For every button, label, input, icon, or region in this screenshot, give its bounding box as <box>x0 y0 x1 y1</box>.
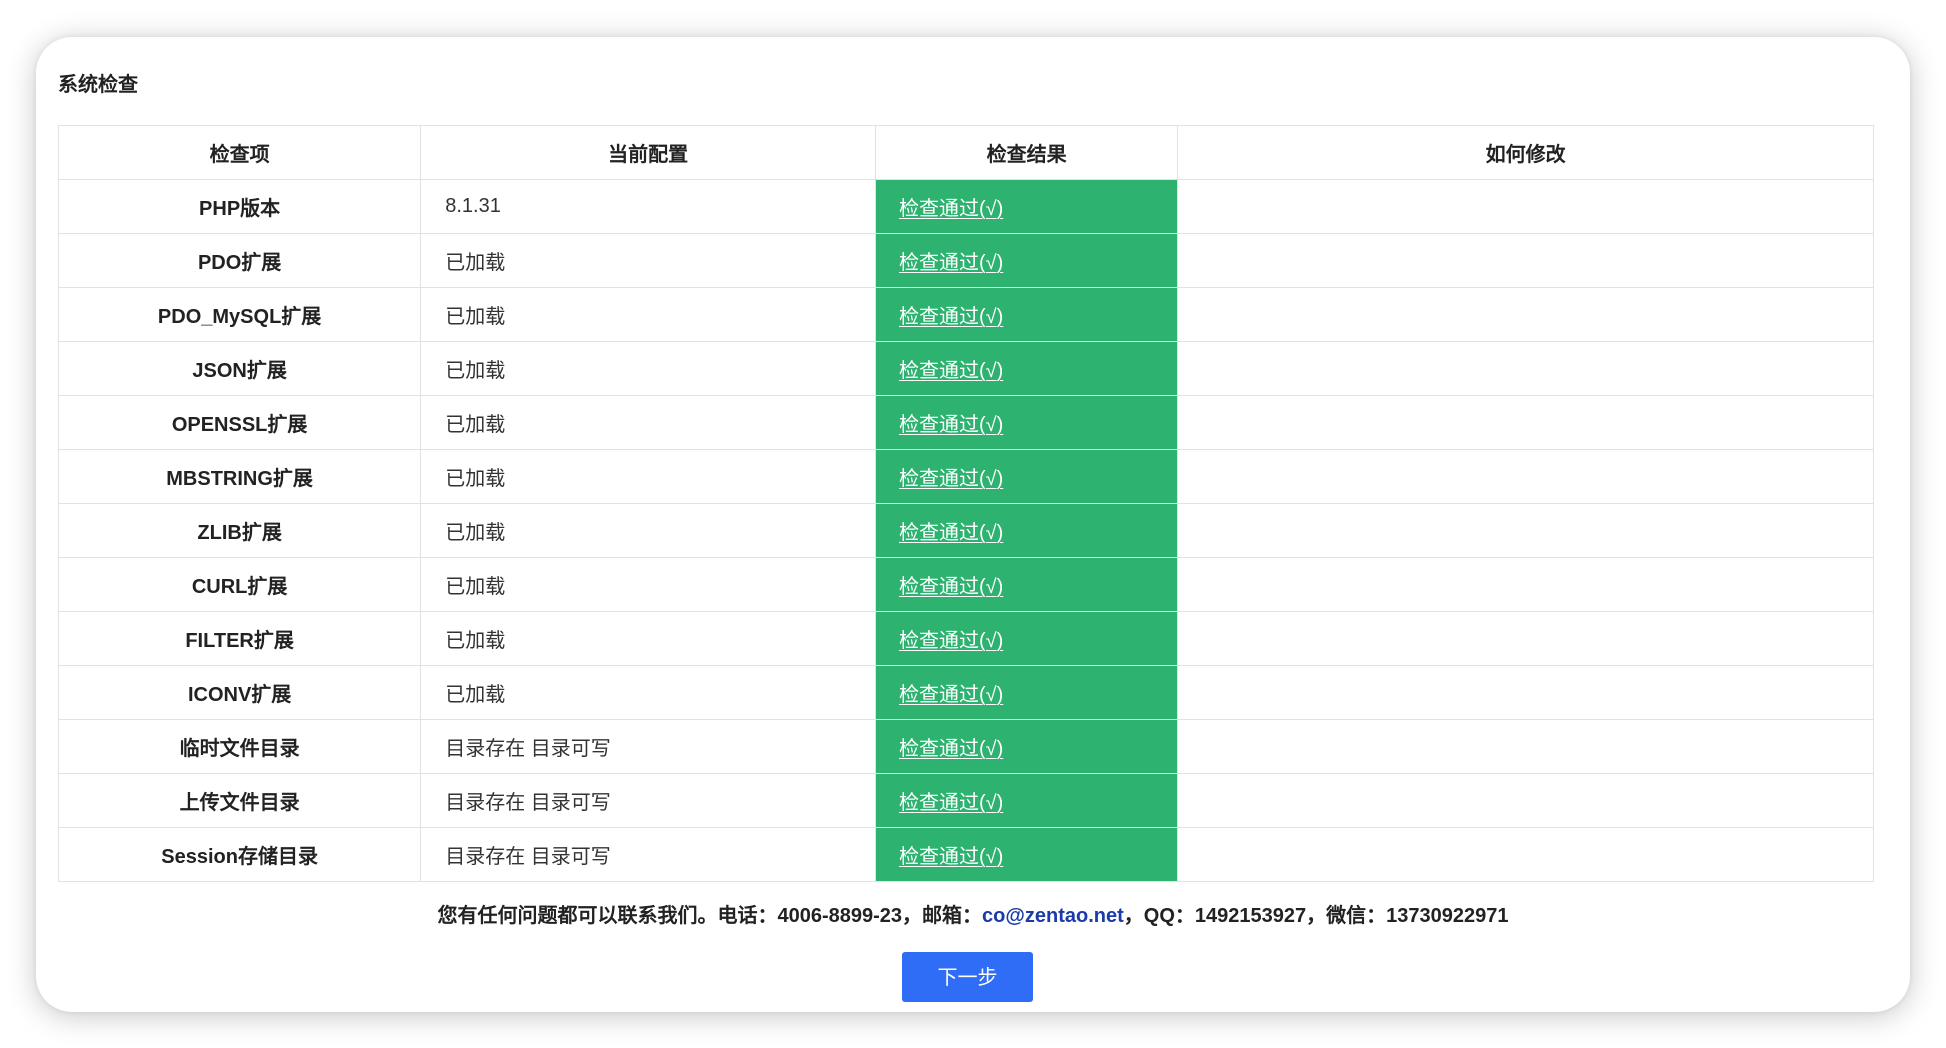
how-to-fix <box>1177 395 1874 450</box>
table-row: 上传文件目录 目录存在 目录可写 检查通过(√) <box>57 773 1874 828</box>
how-to-fix <box>1177 773 1874 828</box>
contact-info: 您有任何问题都可以联系我们。电话：4006-8899-23，邮箱：co@zent… <box>36 899 1910 928</box>
check-item: JSON扩展 <box>57 341 422 396</box>
header-check-result: 检查结果 <box>874 125 1179 180</box>
table-row: MBSTRING扩展 已加载 检查通过(√) <box>57 449 1874 504</box>
table-header-row: 检查项 当前配置 检查结果 如何修改 <box>57 125 1874 180</box>
check-result-pass: 检查通过(√) <box>874 395 1179 450</box>
table-row: JSON扩展 已加载 检查通过(√) <box>57 341 1874 396</box>
table-row: 临时文件目录 目录存在 目录可写 检查通过(√) <box>57 719 1874 774</box>
table-row: ICONV扩展 已加载 检查通过(√) <box>57 665 1874 720</box>
how-to-fix <box>1177 341 1874 396</box>
header-current-config: 当前配置 <box>420 125 876 180</box>
current-config: 目录存在 目录可写 <box>420 719 876 774</box>
check-result-pass: 检查通过(√) <box>874 287 1179 342</box>
check-result-pass: 检查通过(√) <box>874 827 1179 882</box>
check-result-pass: 检查通过(√) <box>874 341 1179 396</box>
current-config: 目录存在 目录可写 <box>420 773 876 828</box>
current-config: 已加载 <box>420 341 876 396</box>
current-config: 已加载 <box>420 233 876 288</box>
contact-email: co@zentao.net <box>982 905 1124 927</box>
check-result-pass: 检查通过(√) <box>874 233 1179 288</box>
table-row: Session存储目录 目录存在 目录可写 检查通过(√) <box>57 827 1874 882</box>
next-step-button[interactable]: 下一步 <box>902 952 1033 1002</box>
how-to-fix <box>1177 557 1874 612</box>
current-config: 已加载 <box>420 611 876 666</box>
check-item: 上传文件目录 <box>57 773 422 828</box>
how-to-fix <box>1177 719 1874 774</box>
how-to-fix <box>1177 503 1874 558</box>
system-check-panel: 系统检查 检查项 当前配置 检查结果 如何修改 PHP版本 8.1.31 检查通… <box>36 37 1910 1012</box>
check-item: PHP版本 <box>57 179 422 234</box>
check-item: ZLIB扩展 <box>57 503 422 558</box>
how-to-fix <box>1177 827 1874 882</box>
check-result-pass: 检查通过(√) <box>874 449 1179 504</box>
check-result-pass: 检查通过(√) <box>874 665 1179 720</box>
check-result-pass: 检查通过(√) <box>874 557 1179 612</box>
current-config: 8.1.31 <box>420 179 876 234</box>
check-item: PDO扩展 <box>57 233 422 288</box>
check-item: PDO_MySQL扩展 <box>57 287 422 342</box>
check-result-pass: 检查通过(√) <box>874 611 1179 666</box>
current-config: 已加载 <box>420 503 876 558</box>
header-check-item: 检查项 <box>57 125 422 180</box>
table-row: CURL扩展 已加载 检查通过(√) <box>57 557 1874 612</box>
check-result-pass: 检查通过(√) <box>874 179 1179 234</box>
table-row: ZLIB扩展 已加载 检查通过(√) <box>57 503 1874 558</box>
check-item: MBSTRING扩展 <box>57 449 422 504</box>
how-to-fix <box>1177 449 1874 504</box>
contact-phone-text: 您有任何问题都可以联系我们。电话：4006-8899-23，邮箱： <box>437 905 983 927</box>
current-config: 已加载 <box>420 449 876 504</box>
check-item: OPENSSL扩展 <box>57 395 422 450</box>
how-to-fix <box>1177 611 1874 666</box>
current-config: 已加载 <box>420 557 876 612</box>
check-result-pass: 检查通过(√) <box>874 773 1179 828</box>
table-body: PHP版本 8.1.31 检查通过(√) PDO扩展 已加载 检查通过(√) P… <box>57 179 1874 882</box>
how-to-fix <box>1177 179 1874 234</box>
header-how-to-fix: 如何修改 <box>1177 125 1874 180</box>
check-result-pass: 检查通过(√) <box>874 719 1179 774</box>
current-config: 目录存在 目录可写 <box>420 827 876 882</box>
how-to-fix <box>1177 287 1874 342</box>
table-row: FILTER扩展 已加载 检查通过(√) <box>57 611 1874 666</box>
table-row: PDO扩展 已加载 检查通过(√) <box>57 233 1874 288</box>
current-config: 已加载 <box>420 287 876 342</box>
check-item: FILTER扩展 <box>57 611 422 666</box>
check-result-pass: 检查通过(√) <box>874 503 1179 558</box>
system-check-table: 检查项 当前配置 检查结果 如何修改 PHP版本 8.1.31 检查通过(√) … <box>57 125 1874 882</box>
table-row: OPENSSL扩展 已加载 检查通过(√) <box>57 395 1874 450</box>
panel-title: 系统检查 <box>58 74 138 96</box>
check-item: Session存储目录 <box>57 827 422 882</box>
current-config: 已加载 <box>420 395 876 450</box>
how-to-fix <box>1177 233 1874 288</box>
table-row: PDO_MySQL扩展 已加载 检查通过(√) <box>57 287 1874 342</box>
check-item: ICONV扩展 <box>57 665 422 720</box>
check-item: CURL扩展 <box>57 557 422 612</box>
current-config: 已加载 <box>420 665 876 720</box>
table-row: PHP版本 8.1.31 检查通过(√) <box>57 179 1874 234</box>
check-item: 临时文件目录 <box>57 719 422 774</box>
how-to-fix <box>1177 665 1874 720</box>
contact-qq-wechat-text: ，QQ：1492153927，微信：13730922971 <box>1123 905 1509 927</box>
